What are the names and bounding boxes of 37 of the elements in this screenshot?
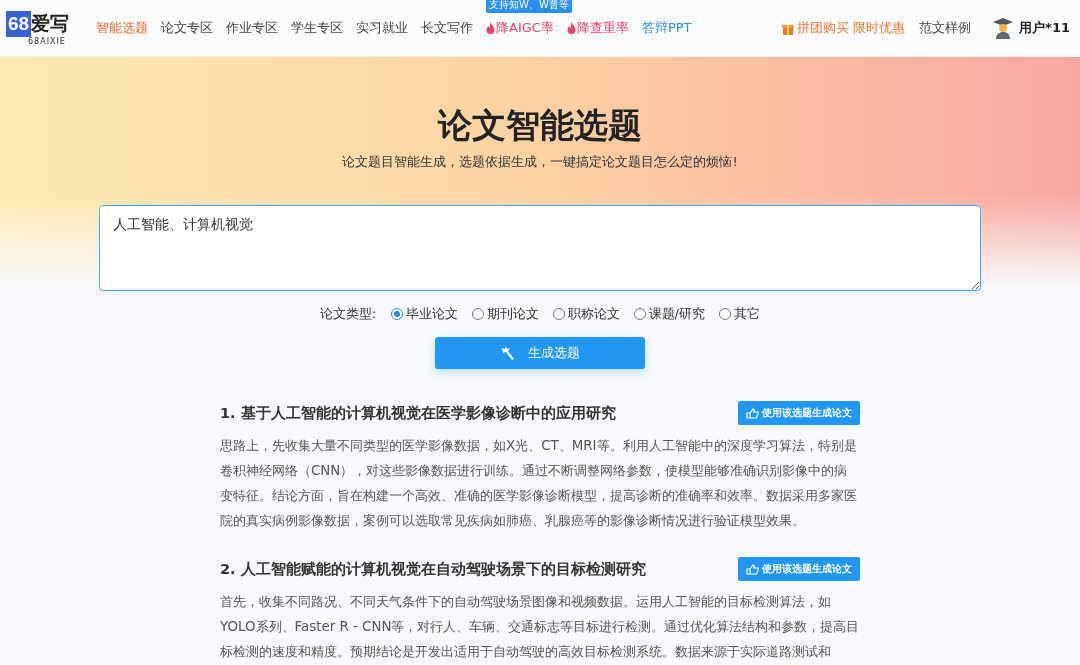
page-title: 论文智能选题	[438, 104, 642, 147]
page-subtitle: 论文题目智能生成，选题依据生成，一键搞定论文题目怎么定的烦恼!	[342, 153, 738, 171]
topic-title: 2. 人工智能赋能的计算机视觉在自动驾驶场景下的目标检测研究	[220, 559, 646, 579]
radio-dot[interactable]	[633, 308, 646, 320]
radio-dot[interactable]	[471, 308, 484, 320]
paper-type-radio[interactable]: 毕业论文	[390, 305, 458, 323]
nav-link[interactable]: 作业专区	[226, 19, 278, 37]
nav-link[interactable]: 学生专区	[291, 19, 343, 37]
nav-link[interactable]: 降AIGC率	[486, 19, 554, 37]
paper-type-radio[interactable]: 其它	[718, 305, 760, 323]
thumbs-up-icon	[746, 563, 759, 575]
nav-link[interactable]: 论文专区	[161, 19, 213, 37]
paper-type-label: 论文类型:	[320, 305, 377, 323]
feature-badge: 支持知W、W普等	[486, 0, 572, 13]
nav-link[interactable]: 降查重率	[566, 19, 629, 37]
topic-input-field[interactable]: 人工智能、计算机视觉	[99, 205, 981, 291]
magic-wand-icon	[500, 346, 514, 360]
thumbs-up-icon	[746, 407, 759, 419]
paper-type-radio[interactable]: 期刊论文	[471, 305, 539, 323]
topic-description: 首先，收集不同路况、不同天气条件下的自动驾驶场景图像和视频数据。运用人工智能的目标检测算法，如YOLO系列、Faster R - CNN等，对行人、车辆、交通标志等目标进行检测。通过优化算法结构和参数，提高目标检测的速度和精度。预期结论是开发出适用于自动驾驶的高效目标检测系统。数据来源于实际道路测试和	[220, 593, 860, 661]
radio-dot[interactable]	[718, 308, 731, 320]
radio-dot[interactable]	[390, 308, 403, 320]
nav-link[interactable]: 实习就业	[356, 19, 408, 37]
nav-link[interactable]: 长文写作	[421, 19, 473, 37]
logo-subtitle: 68AIXIE	[28, 36, 67, 46]
logo-name[interactable]: 爱写	[31, 10, 70, 37]
user-menu[interactable]: 用户*11	[993, 17, 1070, 39]
graduate-avatar-icon	[993, 17, 1014, 39]
topic-title: 1. 基于人工智能的计算机视觉在医学影像诊断中的应用研究	[220, 403, 616, 423]
flame-icon	[486, 22, 495, 34]
radio-dot[interactable]	[552, 308, 565, 320]
topic-description: 思路上，先收集大量不同类型的医学影像数据，如X光、CT、MRI等。利用人工智能中的深度学习算法，特别是卷积神经网络（CNN），对这些影像数据进行训练。通过不断调整网络参数，使模型能够准确识别影像中的病变特征。结论方面，旨在构建一个高效、准确的医学影像诊断模型，提高诊断的准确率和效率。数据采用多家医院的真实病例影像数据，案例可以选取常见疾病如肺癌、乳腺癌等的影像诊断情况进行验证模型效果。	[220, 437, 858, 530]
logo-mark[interactable]: 68	[6, 10, 32, 37]
paper-type-radio[interactable]: 职称论文	[552, 305, 620, 323]
samples-link[interactable]: 范文样例	[919, 19, 972, 37]
flame-icon	[566, 22, 576, 34]
paper-type-radio[interactable]: 课题/研究	[633, 305, 705, 323]
